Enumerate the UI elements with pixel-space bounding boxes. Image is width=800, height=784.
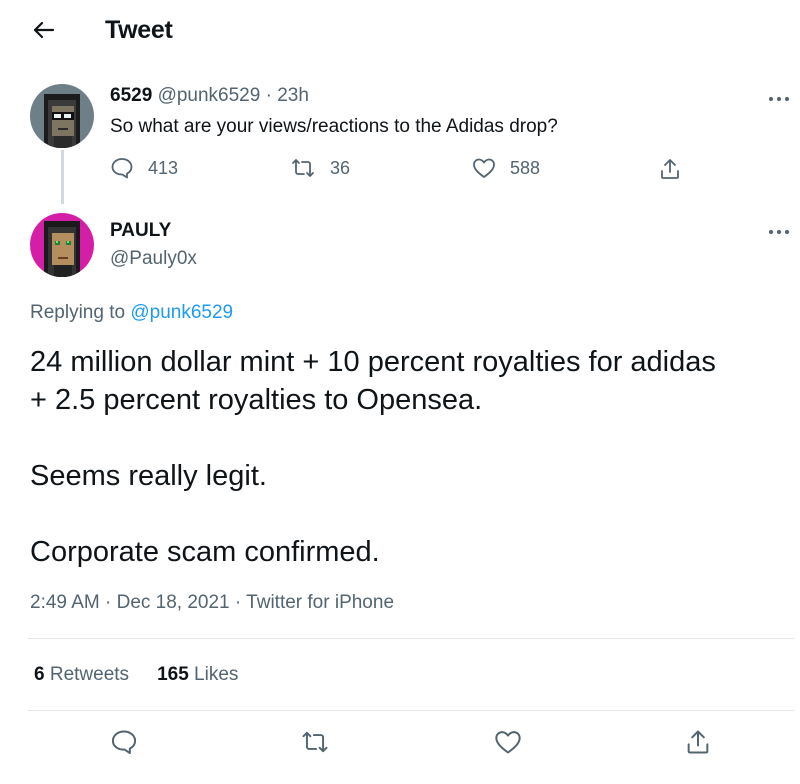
heart-icon xyxy=(494,729,522,760)
tweet-body-line: + 2.5 percent royalties to Opensea. xyxy=(30,384,483,416)
tweet-body-line: Seems really legit. xyxy=(30,460,267,492)
engagement-stats: 6 Retweets 165 Likes xyxy=(34,664,238,686)
share-button[interactable] xyxy=(680,726,716,762)
parent-reply-button[interactable]: 413 xyxy=(110,157,178,179)
parent-tweet-text: So what are your views/reactions to the … xyxy=(110,116,558,137)
avatar-pauly0x[interactable] xyxy=(30,213,94,277)
likes-count: 165 xyxy=(157,664,189,685)
reply-button[interactable] xyxy=(106,726,142,762)
reply-icon xyxy=(110,729,138,760)
share-icon xyxy=(658,157,682,181)
heart-icon xyxy=(472,157,496,179)
back-button[interactable] xyxy=(28,14,60,50)
thread-connector xyxy=(61,150,64,204)
meta-separator: · xyxy=(265,85,272,106)
retweet-icon xyxy=(300,729,330,760)
arrow-left-icon xyxy=(33,21,55,44)
more-dots-icon xyxy=(768,89,790,107)
parent-retweet-button[interactable]: 36 xyxy=(290,157,350,179)
author-name[interactable]: PAULY xyxy=(110,220,171,242)
parent-tweet-time[interactable]: 23h xyxy=(277,85,309,106)
parent-author-handle[interactable]: @punk6529 xyxy=(158,85,261,106)
tweet-timestamp[interactable]: 2:49 AM · Dec 18, 2021 · Twitter for iPh… xyxy=(30,592,394,614)
parent-share-button[interactable] xyxy=(658,157,682,181)
parent-reply-count: 413 xyxy=(148,157,179,178)
replying-prefix: Replying to xyxy=(30,302,126,323)
replying-to-link[interactable]: @punk6529 xyxy=(130,302,233,323)
parent-like-count: 588 xyxy=(510,157,541,178)
retweet-icon xyxy=(290,157,316,179)
parent-retweet-count: 36 xyxy=(330,157,351,178)
reply-icon xyxy=(110,157,134,179)
retweets-stat[interactable]: 6 Retweets xyxy=(34,664,129,686)
retweets-label: Retweets xyxy=(49,664,130,685)
retweets-count: 6 xyxy=(34,664,45,685)
likes-stat[interactable]: 165 Likes xyxy=(157,664,238,686)
main-more-button[interactable] xyxy=(764,221,794,241)
parent-tweet-meta: 6529 @punk6529 · 23h xyxy=(110,85,309,107)
share-icon xyxy=(684,728,712,761)
replying-to: Replying to @punk6529 xyxy=(30,302,233,324)
parent-more-button[interactable] xyxy=(764,88,794,108)
tweet-body-line: Corporate scam confirmed. xyxy=(30,536,380,568)
avatar-punk6529[interactable] xyxy=(30,84,94,148)
divider xyxy=(28,638,794,639)
divider xyxy=(28,710,794,711)
top-bar: Tweet xyxy=(0,0,800,64)
author-handle[interactable]: @Pauly0x xyxy=(110,248,197,270)
like-button[interactable] xyxy=(490,726,526,762)
parent-like-button[interactable]: 588 xyxy=(472,157,540,179)
page-title: Tweet xyxy=(105,16,173,44)
retweet-button[interactable] xyxy=(297,726,333,762)
more-dots-icon xyxy=(768,222,790,240)
likes-label: Likes xyxy=(194,664,239,685)
tweet-body-line: 24 million dollar mint + 10 percent roya… xyxy=(30,346,716,378)
parent-author-name[interactable]: 6529 xyxy=(110,85,152,106)
